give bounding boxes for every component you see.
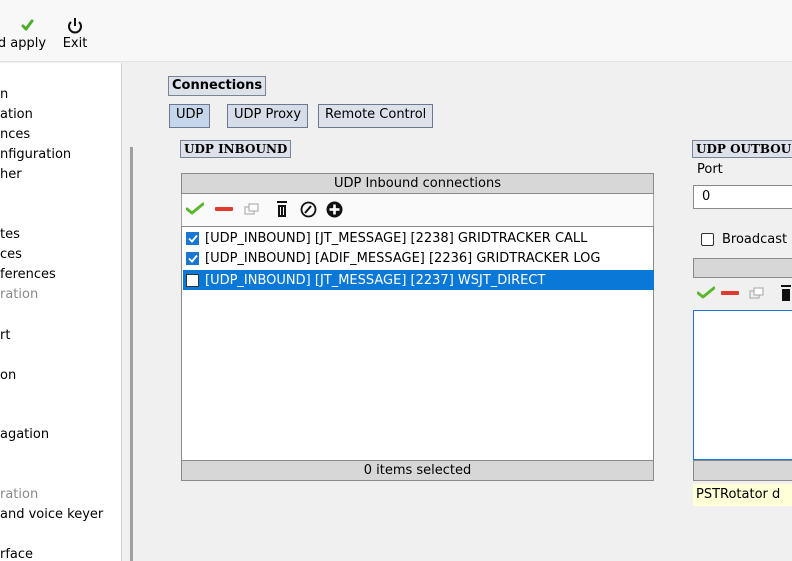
tree-item[interactable]: ation (0, 106, 33, 124)
tree-item[interactable]: on (0, 367, 16, 385)
copy-icon[interactable] (243, 200, 261, 218)
list-item-text: [UDP_INBOUND] [ADIF_MESSAGE] [2236] GRID… (205, 250, 601, 266)
exit-label: Exit (62, 36, 88, 51)
tree-item-label: ferences (0, 267, 56, 282)
remove-icon[interactable] (215, 200, 233, 218)
list-header: UDP Inbound connections (181, 173, 654, 194)
remove-icon[interactable] (721, 284, 739, 302)
tab-udp[interactable]: UDP (169, 104, 211, 128)
list-item-text: [UDP_INBOUND] [JT_MESSAGE] [2237] WSJT_D… (205, 272, 546, 288)
tree-item-label: ration (0, 487, 39, 502)
list-toolbar (181, 194, 654, 226)
tree-item-label: agation (0, 427, 50, 442)
tree-item-label: on (0, 368, 17, 383)
tree-item[interactable]: and voice keyer (0, 506, 103, 524)
section-title: Connections (168, 76, 267, 96)
checkbox[interactable] (186, 231, 199, 245)
accept-icon[interactable] (697, 284, 715, 302)
tree-item-label: rface (0, 547, 34, 561)
power-icon (60, 16, 90, 36)
checkbox[interactable] (186, 273, 199, 287)
tree-item-label: n (0, 87, 9, 102)
broadcast-label: Broadcast (722, 232, 788, 247)
tree-item[interactable]: rt (0, 327, 10, 345)
tree-item[interactable]: agation (0, 426, 49, 444)
checkbox[interactable] (186, 251, 199, 265)
trash-icon[interactable] (777, 284, 792, 302)
tree-item[interactable]: ferences (0, 266, 56, 284)
settings-tree: n ation nces nfiguration her tes ces fer… (0, 63, 122, 561)
copy-icon[interactable] (748, 284, 766, 302)
outbound-list-header (693, 258, 792, 278)
edit-icon[interactable] (299, 200, 317, 218)
outbound-list-area (693, 310, 792, 460)
tab-remote-control[interactable]: Remote Control (318, 104, 434, 128)
scrollbar-thumb[interactable] (130, 147, 133, 561)
tree-item-label: tes (0, 227, 20, 242)
status-message: PSTRotator d (693, 484, 792, 506)
connections-list-area: [UDP_INBOUND] [JT_MESSAGE] [2238] GRIDTR… (181, 226, 654, 461)
inbound-connections-list: UDP Inbound connections [UDP_INBOUND] [J… (181, 173, 654, 481)
save-and-apply-button[interactable]: d apply (0, 16, 58, 52)
list-item[interactable]: [UDP_INBOUND] [ADIF_MESSAGE] [2236] GRID… (183, 248, 654, 268)
port-input[interactable]: 0 (693, 185, 792, 209)
tree-item-label: rt (0, 328, 11, 343)
save-and-apply-label: d apply (0, 36, 47, 51)
tab-udp-proxy[interactable]: UDP Proxy (227, 104, 309, 128)
add-icon[interactable] (325, 200, 343, 218)
tree-item-label: and voice keyer (0, 507, 104, 522)
tree-item[interactable]: her (0, 166, 22, 184)
tree-item[interactable]: tes (0, 226, 20, 244)
tree-item[interactable]: ration (0, 286, 38, 304)
exit-button[interactable]: Exit (60, 16, 90, 52)
accept-icon[interactable] (186, 200, 204, 218)
tree-item-label: ces (0, 247, 22, 262)
tree-item[interactable]: nfiguration (0, 146, 71, 164)
broadcast-checkbox[interactable] (701, 233, 714, 246)
port-label: Port (697, 162, 723, 177)
list-item-text: [UDP_INBOUND] [JT_MESSAGE] [2238] GRIDTR… (205, 230, 588, 246)
main-toolbar: d apply Exit (0, 12, 792, 62)
tree-item-label: nfiguration (0, 147, 72, 162)
tree-item-label: ation (0, 107, 33, 122)
tree-item-label: her (0, 167, 22, 182)
tree-item[interactable]: nces (0, 126, 30, 144)
broadcast-option[interactable]: Broadcast (701, 232, 787, 247)
tree-item-label: nces (0, 127, 31, 142)
trash-icon[interactable] (273, 200, 291, 218)
check-icon (0, 16, 58, 36)
tree-item[interactable]: ration (0, 486, 38, 504)
selection-count: 0 items selected (181, 460, 654, 481)
title-strip (0, 0, 792, 12)
tree-scrollbar[interactable] (122, 63, 146, 561)
udp-inbound-title: UDP INBOUND (180, 140, 292, 158)
list-item[interactable]: [UDP_INBOUND] [JT_MESSAGE] [2238] GRIDTR… (183, 228, 654, 248)
tree-item-label: ration (0, 287, 39, 302)
outbound-list-toolbar (693, 278, 792, 310)
outbound-list-footer (693, 460, 792, 481)
tree-item[interactable]: rface (0, 546, 33, 561)
list-item-selected[interactable]: [UDP_INBOUND] [JT_MESSAGE] [2237] WSJT_D… (183, 270, 654, 290)
udp-outbound-panel: Port 0 Broadcast PSTRotator d (693, 140, 792, 561)
tree-item[interactable]: n (0, 86, 8, 104)
tree-item[interactable]: ces (0, 246, 22, 264)
